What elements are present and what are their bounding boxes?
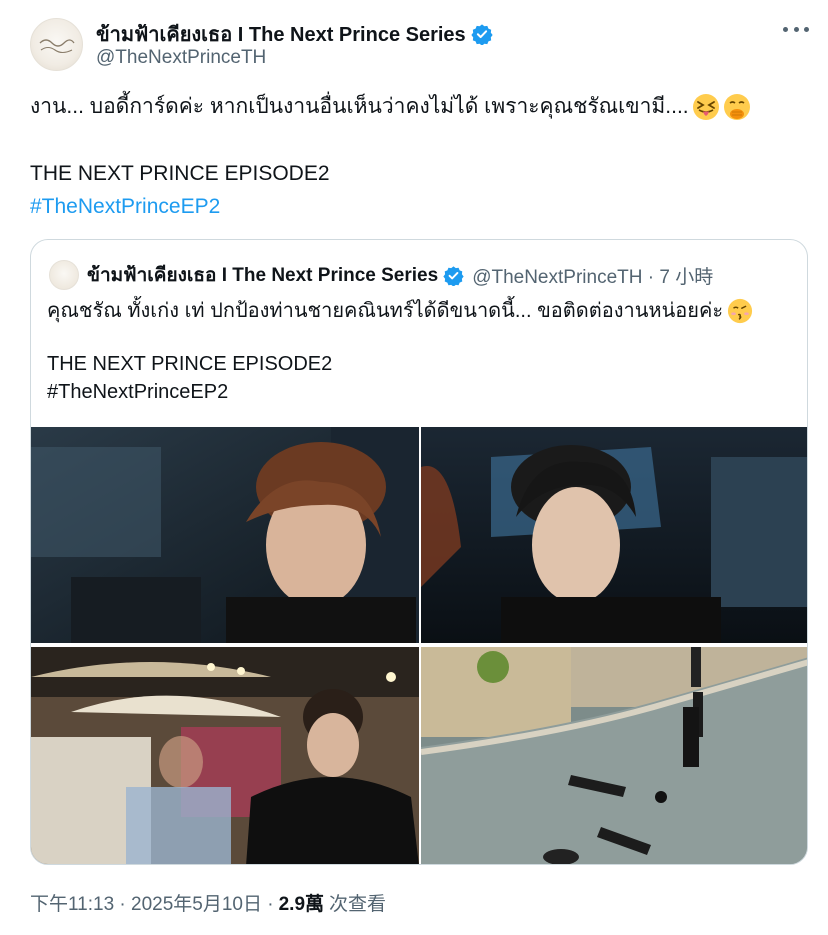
author-name-text: ข้ามฟ้าเคียงเธอ I The Next Prince Series [96, 24, 466, 46]
quoted-tweet[interactable]: ข้ามฟ้าเคียงเธอ I The Next Prince Series… [30, 239, 808, 865]
tweet-text-line2: THE NEXT PRINCE EPISODE2 [30, 162, 330, 185]
author-name[interactable]: ข้ามฟ้าเคียงเธอ I The Next Prince Series [96, 18, 493, 50]
hand-over-mouth-emoji-icon [723, 94, 750, 120]
photo-car-back-seat[interactable] [31, 427, 419, 643]
quoted-text-line1: คุณชรัณ ทั้งเก่ง เท่ ปกป้องท่านชายคณินทร… [47, 298, 753, 324]
verified-badge-icon [443, 265, 464, 286]
tweet-text: งาน... บอดี้การ์ดค่ะ หากเป็นงานอื่นเห็นว… [30, 95, 689, 118]
photo-car-look-back[interactable] [421, 427, 807, 643]
quoted-text: คุณชรัณ ทั้งเก่ง เท่ ปกป้องท่านชายคณินทร… [47, 300, 724, 322]
photo-street-night[interactable] [31, 647, 419, 864]
logo-icon [39, 38, 75, 53]
quoted-text-line2: THE NEXT PRINCE EPISODE2 [47, 353, 333, 375]
photo-road-fight-aftermath[interactable] [421, 647, 807, 864]
verified-badge-icon [471, 24, 493, 45]
quoted-tweet-header: ข้ามฟ้าเคียงเธอ I The Next Prince Series… [87, 260, 713, 290]
hashtag-link[interactable]: #TheNextPrinceEP2 [30, 193, 220, 221]
more-options-icon[interactable] [783, 18, 809, 40]
tweet-text-line1: งาน... บอดี้การ์ดค่ะ หากเป็นงานอื่นเห็นว… [30, 93, 751, 121]
timestamp[interactable]: 下午11:13 · 2025年5月10日 · [30, 889, 274, 916]
tweet: ข้ามฟ้าเคียงเธอ I The Next Prince Series… [0, 0, 828, 935]
views-label: 次查看 [329, 894, 387, 915]
views-count: 2.9萬 [278, 894, 325, 915]
squinting-tongue-emoji-icon [692, 94, 719, 120]
media-grid [31, 427, 807, 864]
quoted-handle-time[interactable]: @TheNextPrinceTH · 7 小時 [472, 262, 713, 289]
tweet-footer: 下午11:13 · 2025年5月10日 · 2.9萬 次查看 [30, 889, 386, 916]
author-handle[interactable]: @TheNextPrinceTH [96, 47, 266, 69]
author-avatar[interactable] [30, 18, 83, 71]
quoted-author-avatar[interactable] [49, 260, 79, 290]
quoted-author-name[interactable]: ข้ามฟ้าเคียงเธอ I The Next Prince Series [87, 260, 438, 290]
quoted-hashtag[interactable]: #TheNextPrinceEP2 [47, 379, 228, 405]
kissing-face-emoji-icon [728, 298, 753, 324]
